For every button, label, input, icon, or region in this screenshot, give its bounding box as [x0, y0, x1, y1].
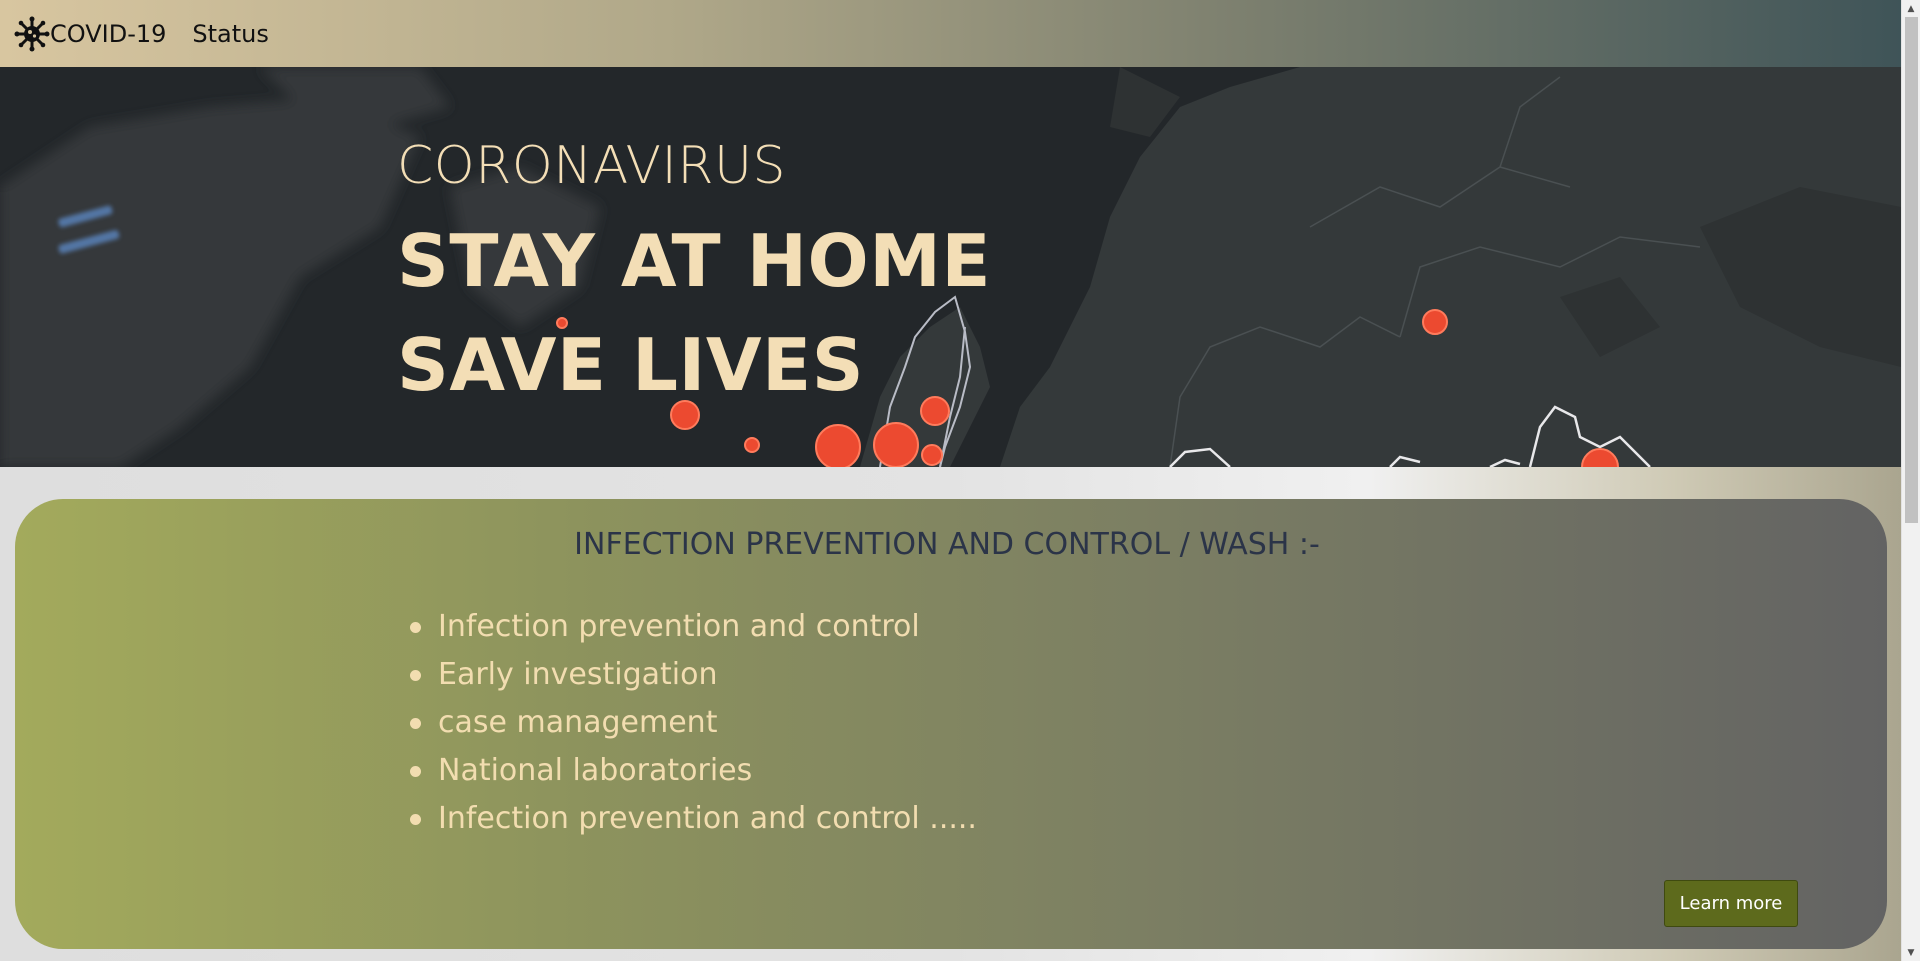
hero-banner: CORONAVIRUS STAY AT HOME SAVE LIVES: [0, 67, 1901, 467]
info-card: INFECTION PREVENTION AND CONTROL / WASH …: [15, 499, 1887, 949]
hero-headline-1: STAY AT HOME: [397, 219, 992, 303]
virus-icon: [14, 16, 50, 52]
list-item: Infection prevention and control: [408, 603, 977, 651]
measures-list: Infection prevention and control Early i…: [408, 603, 977, 843]
card-title: INFECTION PREVENTION AND CONTROL / WASH …: [574, 527, 1320, 562]
vertical-scrollbar[interactable]: ▲ ▼: [1901, 0, 1920, 961]
brand-label: COVID-19: [50, 19, 167, 48]
list-item: Early investigation: [408, 651, 977, 699]
list-item: National laboratories: [408, 747, 977, 795]
list-item: Infection prevention and control .....: [408, 795, 977, 843]
hero-headline-2: SAVE LIVES: [397, 323, 865, 407]
learn-more-button[interactable]: Learn more: [1664, 880, 1798, 927]
scroll-down-arrow-icon[interactable]: ▼: [1902, 944, 1920, 961]
hero-subtitle: CORONAVIRUS: [397, 136, 787, 196]
scroll-up-arrow-icon[interactable]: ▲: [1902, 0, 1920, 17]
navbar: COVID-19 Status: [0, 0, 1901, 67]
list-item: case management: [408, 699, 977, 747]
scrollbar-thumb[interactable]: [1905, 17, 1918, 523]
hero-text: CORONAVIRUS STAY AT HOME SAVE LIVES: [397, 135, 991, 417]
brand-link[interactable]: COVID-19: [14, 16, 166, 52]
status-link[interactable]: Status: [192, 20, 268, 48]
